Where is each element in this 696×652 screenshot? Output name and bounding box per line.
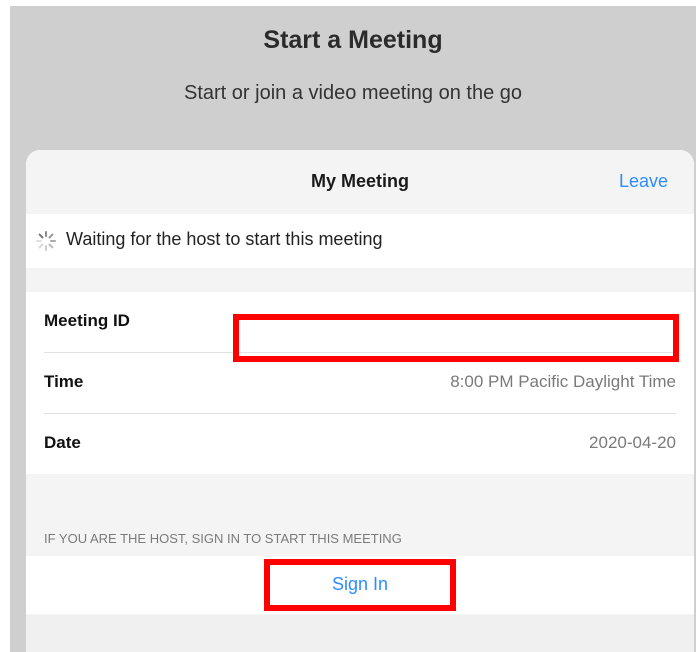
meeting-id-label: Meeting ID (44, 311, 130, 330)
time-value: 8:00 PM Pacific Daylight Time (450, 372, 676, 391)
date-row: Date 2020-04-20 (26, 414, 694, 474)
time-label: Time (44, 372, 84, 391)
date-value: 2020-04-20 (589, 433, 676, 452)
highlight-box-sign-in (264, 559, 456, 611)
time-row: Time 8:00 PM Pacific Daylight Time (26, 353, 694, 413)
host-sign-in-note: IF YOU ARE THE HOST, SIGN IN TO START TH… (44, 531, 402, 546)
waiting-status-text: Waiting for the host to start this meeti… (66, 229, 383, 249)
card-header: My Meeting Leave (26, 150, 694, 214)
page-subtitle: Start or join a video meeting on the go (184, 82, 522, 104)
highlight-box-meeting-id (233, 314, 679, 362)
loading-spinner-icon (36, 231, 56, 251)
card-title: My Meeting (310, 171, 409, 191)
page-title: Start a Meeting (263, 26, 443, 54)
date-label: Date (44, 433, 81, 452)
waiting-status-row: Waiting for the host to start this meeti… (26, 214, 694, 268)
bottom-separator (26, 615, 694, 652)
leave-button[interactable]: Leave (619, 171, 668, 192)
